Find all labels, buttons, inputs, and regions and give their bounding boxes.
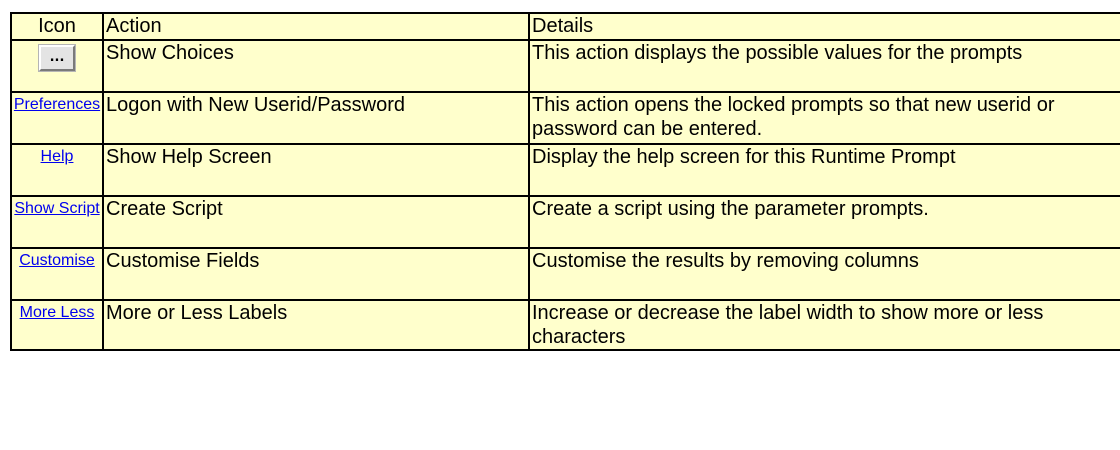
- action-cell: More or Less Labels: [102, 299, 530, 351]
- help-link[interactable]: Help: [13, 147, 101, 167]
- action-cell: Show Help Screen: [102, 143, 530, 197]
- ellipsis-button-icon[interactable]: ...: [39, 45, 75, 71]
- table-row: ... Show Choices This action displays th…: [10, 39, 1120, 93]
- details-cell: Increase or decrease the label width to …: [528, 299, 1120, 351]
- preferences-link[interactable]: Preferences: [13, 95, 101, 115]
- icon-cell: ...: [10, 39, 104, 93]
- table-row: Customise Customise Fields Customise the…: [10, 247, 1120, 301]
- show-script-link[interactable]: Show Script: [13, 199, 101, 219]
- table-row: More Less More or Less Labels Increase o…: [10, 299, 1120, 351]
- details-cell: Display the help screen for this Runtime…: [528, 143, 1120, 197]
- page: Icon Action Details ... Show Choices Thi…: [0, 0, 1120, 450]
- icon-cell: Help: [10, 143, 104, 197]
- details-cell: This action displays the possible values…: [528, 39, 1120, 93]
- icon-cell: Preferences: [10, 91, 104, 145]
- details-column-header: Details: [528, 12, 1120, 41]
- action-cell: Show Choices: [102, 39, 530, 93]
- details-cell: Create a script using the parameter prom…: [528, 195, 1120, 249]
- details-cell: This action opens the locked prompts so …: [528, 91, 1120, 145]
- table-row: Help Show Help Screen Display the help s…: [10, 143, 1120, 197]
- icon-cell: Show Script: [10, 195, 104, 249]
- header-row: Icon Action Details: [10, 12, 1120, 41]
- actions-table: Icon Action Details ... Show Choices Thi…: [10, 12, 1120, 351]
- icon-cell: More Less: [10, 299, 104, 351]
- table-row: Preferences Logon with New Userid/Passwo…: [10, 91, 1120, 145]
- icon-column-header: Icon: [10, 12, 104, 41]
- more-less-link[interactable]: More Less: [13, 303, 101, 323]
- action-cell: Customise Fields: [102, 247, 530, 301]
- action-cell: Create Script: [102, 195, 530, 249]
- customise-link[interactable]: Customise: [13, 251, 101, 271]
- icon-cell: Customise: [10, 247, 104, 301]
- action-column-header: Action: [102, 12, 530, 41]
- action-cell: Logon with New Userid/Password: [102, 91, 530, 145]
- details-cell: Customise the results by removing column…: [528, 247, 1120, 301]
- table-row: Show Script Create Script Create a scrip…: [10, 195, 1120, 249]
